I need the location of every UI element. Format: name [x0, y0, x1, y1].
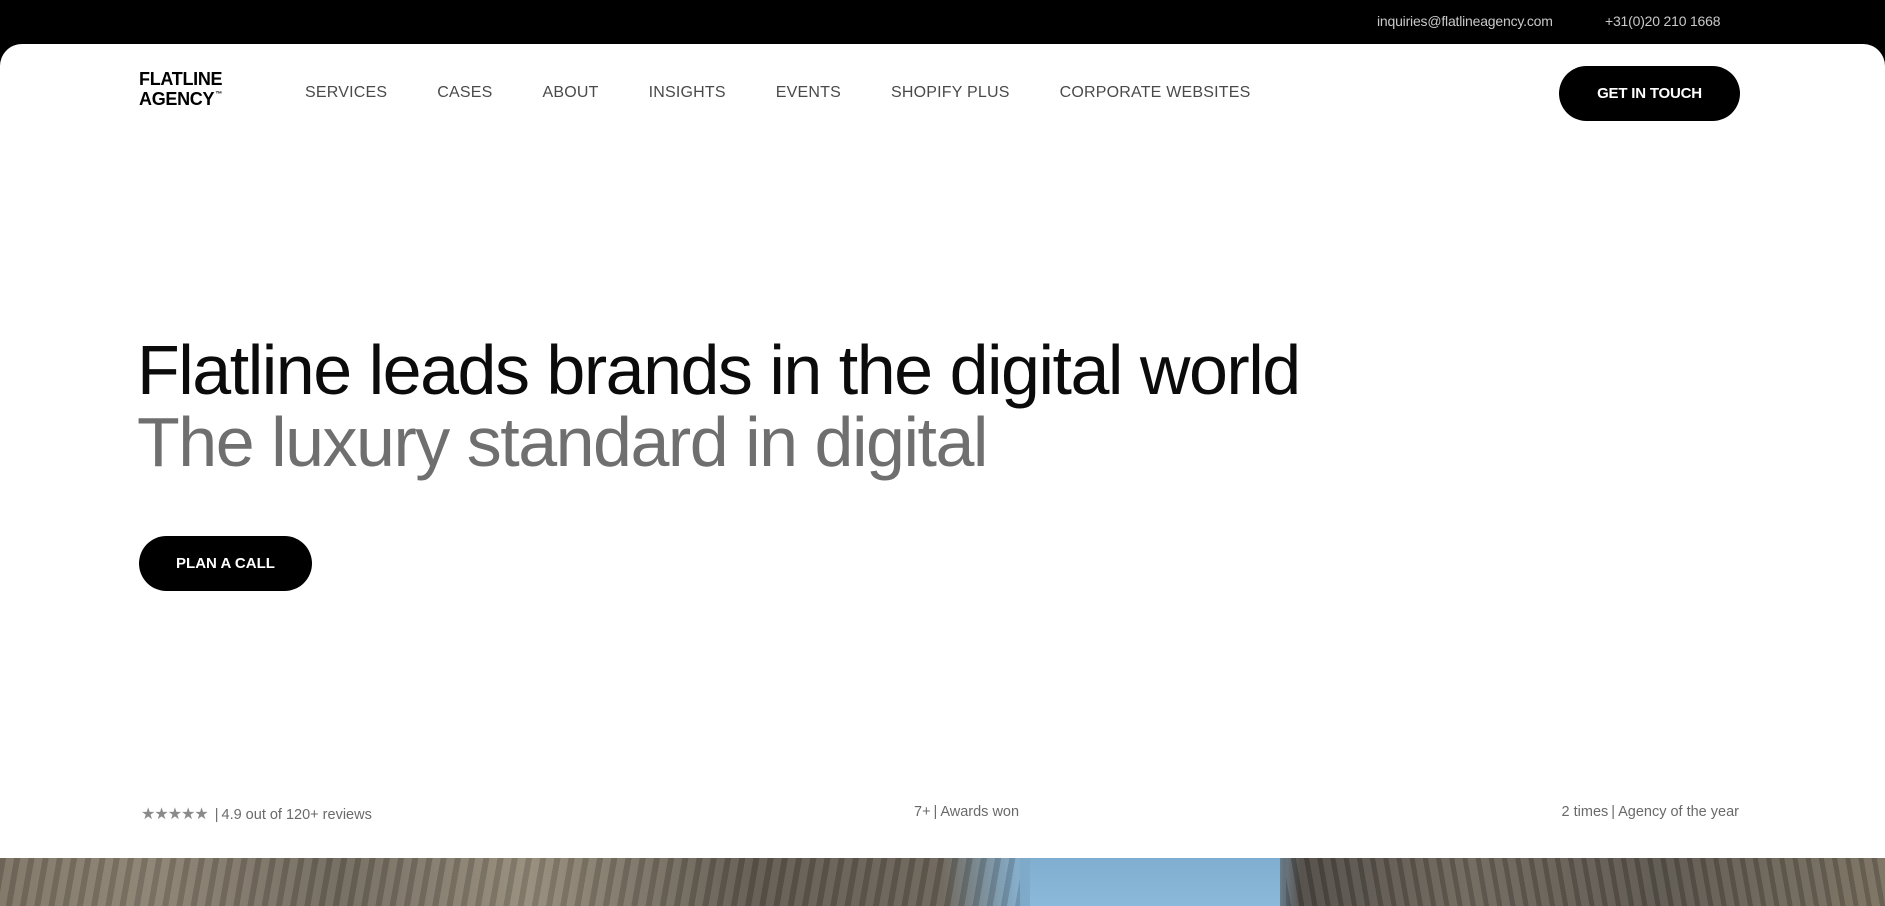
reviews-text: 4.9 out of 120+ reviews: [221, 807, 372, 823]
awards-value: 7+: [914, 804, 931, 820]
logo-trademark: ™: [215, 91, 222, 98]
separator: |: [1611, 804, 1616, 820]
nav-services[interactable]: SERVICES: [305, 84, 387, 102]
phone-link[interactable]: +31(0)20 210 1668: [1605, 13, 1721, 29]
logo-line1: FLATLINE: [139, 69, 223, 89]
rock-left: [0, 858, 1020, 906]
top-bar: inquiries@flatlineagency.com +31(0)20 21…: [0, 0, 1885, 44]
agency-value: 2 times: [1561, 804, 1609, 820]
awards-text: Awards won: [940, 804, 1020, 820]
separator: |: [214, 807, 219, 823]
email-link[interactable]: inquiries@flatlineagency.com: [1377, 13, 1553, 29]
nav-about[interactable]: ABOUT: [542, 84, 598, 102]
hero-subtitle: The luxury standard in digital: [137, 403, 988, 481]
nav-events[interactable]: EVENTS: [776, 84, 841, 102]
reviews-stat: ★★★★★ | 4.9 out of 120+ reviews: [141, 804, 372, 824]
hero-landscape-image: [0, 858, 1885, 906]
logo-line2: AGENCY: [139, 89, 215, 109]
logo[interactable]: FLATLINE AGENCY™: [139, 69, 229, 109]
nav-insights[interactable]: INSIGHTS: [649, 84, 726, 102]
main-nav: SERVICES CASES ABOUT INSIGHTS EVENTS SHO…: [305, 84, 1300, 102]
agency-of-year-stat: 2 times | Agency of the year: [1562, 804, 1739, 820]
page: FLATLINE AGENCY™ SERVICES CASES ABOUT IN…: [0, 44, 1885, 858]
nav-cases[interactable]: CASES: [437, 84, 492, 102]
sky: [1030, 858, 1280, 906]
plan-a-call-button[interactable]: PLAN A CALL: [139, 536, 312, 591]
nav-corporate-websites[interactable]: CORPORATE WEBSITES: [1060, 84, 1251, 102]
nav-shopify-plus[interactable]: SHOPIFY PLUS: [891, 84, 1010, 102]
rock-right: [1286, 858, 1885, 906]
rating-stars-icon: ★★★★★: [141, 806, 209, 823]
agency-text: Agency of the year: [1618, 804, 1739, 820]
separator: |: [933, 804, 938, 820]
get-in-touch-button[interactable]: GET IN TOUCH: [1559, 66, 1740, 121]
awards-stat: 7+ | Awards won: [914, 804, 1019, 820]
